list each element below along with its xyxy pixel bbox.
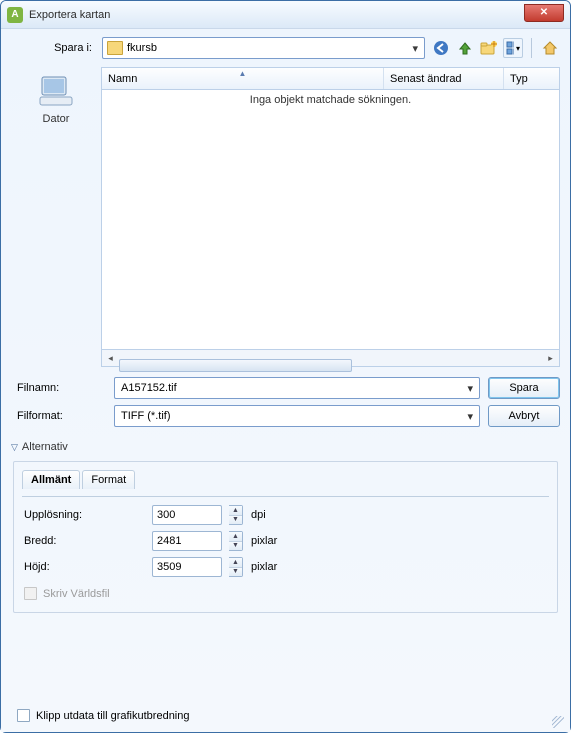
nav-toolbar: ▾ <box>431 38 560 58</box>
spin-down-icon[interactable]: ▼ <box>229 542 242 551</box>
tab-underline <box>22 496 549 497</box>
width-input[interactable]: 2481 <box>152 531 222 551</box>
clip-output-row: Klipp utdata till grafikutbredning <box>17 709 189 722</box>
clip-output-label: Klipp utdata till grafikutbredning <box>36 710 189 722</box>
height-row: Höjd: 3509 ▲ ▼ pixlar <box>24 557 547 577</box>
scroll-thumb[interactable] <box>119 359 352 372</box>
spin-up-icon[interactable]: ▲ <box>229 506 242 516</box>
close-icon: ✕ <box>540 7 548 18</box>
resolution-input[interactable]: 300 <box>152 505 222 525</box>
worldfile-checkbox <box>24 587 37 600</box>
chevron-down-icon[interactable]: ▾ <box>467 410 473 423</box>
window-title: Exportera kartan <box>29 9 110 21</box>
fileformat-select[interactable]: TIFF (*.tif) ▾ <box>114 405 480 427</box>
column-header-name[interactable]: Namn ▲ <box>102 68 384 89</box>
column-headers: Namn ▲ Senast ändrad Typ <box>101 67 560 89</box>
fileformat-row: Filformat: TIFF (*.tif) ▾ Avbryt <box>11 405 560 427</box>
chevron-down-icon: ▽ <box>11 442 18 453</box>
width-label: Bredd: <box>24 535 144 547</box>
resolution-unit: dpi <box>251 509 291 521</box>
back-icon[interactable] <box>431 38 451 58</box>
alternatives-panel: Allmänt Format Upplösning: 300 ▲ ▼ dpi B… <box>13 461 558 613</box>
alternatives-toggle[interactable]: ▽ Alternativ <box>11 441 560 453</box>
filename-row: Filnamn: A157152.tif ▾ Spara <box>11 377 560 399</box>
computer-icon[interactable] <box>36 73 76 109</box>
save-in-value: fkursb <box>127 42 410 54</box>
clip-output-checkbox[interactable] <box>17 709 30 722</box>
resolution-label: Upplösning: <box>24 509 144 521</box>
filename-input[interactable]: A157152.tif ▾ <box>114 377 480 399</box>
spin-down-icon[interactable]: ▼ <box>229 516 242 525</box>
new-folder-icon[interactable] <box>479 38 499 58</box>
save-in-combo[interactable]: fkursb ▾ <box>102 37 425 59</box>
column-header-type[interactable]: Typ <box>504 68 559 89</box>
toolbar-separator <box>531 38 532 58</box>
chevron-down-icon[interactable]: ▾ <box>410 42 420 55</box>
empty-message: Inga objekt matchade sökningen. <box>102 90 559 106</box>
title-bar: A Exportera kartan ✕ <box>1 1 570 29</box>
resolution-row: Upplösning: 300 ▲ ▼ dpi <box>24 505 547 525</box>
alternatives-label: Alternativ <box>22 441 68 453</box>
filename-value: A157152.tif <box>121 382 467 394</box>
file-list[interactable]: Inga objekt matchade sökningen. <box>101 89 560 350</box>
folder-icon <box>107 41 123 55</box>
width-row: Bredd: 2481 ▲ ▼ pixlar <box>24 531 547 551</box>
save-in-label: Spara i: <box>11 42 96 54</box>
width-unit: pixlar <box>251 535 291 547</box>
height-input[interactable]: 3509 <box>152 557 222 577</box>
resize-grip[interactable] <box>552 716 564 728</box>
chevron-down-icon: ▾ <box>516 44 520 53</box>
resolution-spinner[interactable]: ▲ ▼ <box>229 505 243 525</box>
places-sidebar: Dator <box>11 67 101 367</box>
tab-strip: Allmänt Format <box>22 470 549 489</box>
tab-general[interactable]: Allmänt <box>22 470 80 489</box>
height-label: Höjd: <box>24 561 144 573</box>
height-unit: pixlar <box>251 561 291 573</box>
save-button[interactable]: Spara <box>488 377 560 399</box>
up-icon[interactable] <box>455 38 475 58</box>
computer-label[interactable]: Dator <box>11 113 101 125</box>
home-icon[interactable] <box>540 38 560 58</box>
width-spinner[interactable]: ▲ ▼ <box>229 531 243 551</box>
save-in-row: Spara i: fkursb ▾ ▾ <box>11 37 560 59</box>
fileformat-label: Filformat: <box>11 410 106 422</box>
horizontal-scrollbar[interactable]: ◂ ▸ <box>101 350 560 367</box>
cancel-button[interactable]: Avbryt <box>488 405 560 427</box>
worldfile-label: Skriv Världsfil <box>43 588 110 600</box>
sort-asc-icon: ▲ <box>239 69 247 78</box>
app-icon: A <box>7 7 23 23</box>
tab-format[interactable]: Format <box>82 470 135 489</box>
close-button[interactable]: ✕ <box>524 4 564 22</box>
fileformat-value: TIFF (*.tif) <box>121 410 467 422</box>
filename-label: Filnamn: <box>11 382 106 394</box>
export-map-dialog: A Exportera kartan ✕ Spara i: fkursb ▾ <box>0 0 571 733</box>
column-header-modified[interactable]: Senast ändrad <box>384 68 504 89</box>
view-menu-icon[interactable]: ▾ <box>503 38 523 58</box>
height-spinner[interactable]: ▲ ▼ <box>229 557 243 577</box>
scroll-right-icon[interactable]: ▸ <box>542 351 559 366</box>
file-pane: Namn ▲ Senast ändrad Typ Inga objekt mat… <box>101 67 560 367</box>
scroll-left-icon[interactable]: ◂ <box>102 351 119 366</box>
spin-up-icon[interactable]: ▲ <box>229 532 242 542</box>
spin-up-icon[interactable]: ▲ <box>229 558 242 568</box>
chevron-down-icon[interactable]: ▾ <box>467 382 473 395</box>
spin-down-icon[interactable]: ▼ <box>229 568 242 577</box>
worldfile-row: Skriv Världsfil <box>24 587 547 600</box>
file-browser: Dator Namn ▲ Senast ändrad Typ Inga <box>11 67 560 367</box>
